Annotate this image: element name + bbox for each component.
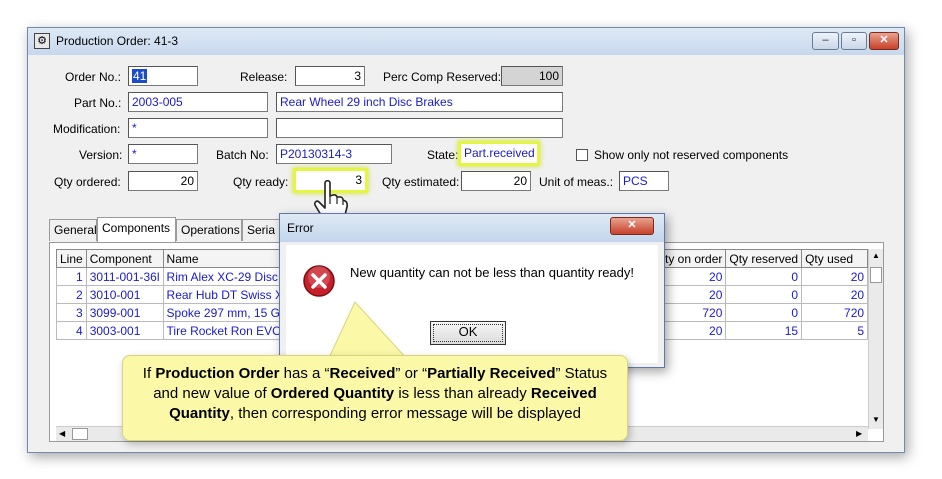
table-row[interactable]: 2 3010-001 Rear Hub DT Swiss XR bbox=[56, 285, 298, 304]
table-row[interactable]: 720 0 720 bbox=[660, 303, 869, 322]
modification-field[interactable]: * bbox=[128, 118, 268, 138]
modification-description-field[interactable] bbox=[276, 118, 563, 138]
table-row[interactable]: 20 0 20 bbox=[660, 267, 869, 286]
qty-used-cell: 20 bbox=[801, 285, 869, 304]
app-gear-icon: ⚙ bbox=[34, 33, 50, 49]
error-dialog-title-bar[interactable]: Error ✕ bbox=[280, 214, 664, 242]
title-bar[interactable]: ⚙ Production Order: 41-3 – ▫ ✕ bbox=[28, 28, 904, 55]
order-no-label: Order No.: bbox=[65, 70, 122, 84]
col-line[interactable]: Line bbox=[56, 249, 87, 268]
line-cell: 4 bbox=[56, 321, 87, 340]
qty-used-cell: 720 bbox=[801, 303, 869, 322]
qty-on-order-cell: 720 bbox=[660, 303, 727, 322]
state-field[interactable]: Part.received bbox=[458, 141, 540, 166]
components-grid-left: Line Component Name 1 3011-001-36l Rim Ale… bbox=[56, 249, 298, 340]
table-row[interactable]: 20 0 20 bbox=[660, 285, 869, 304]
qty-used-cell: 20 bbox=[801, 267, 869, 286]
explanation-callout: If Production Order has a “Received” or … bbox=[122, 355, 628, 441]
batch-no-label: Batch No: bbox=[216, 148, 269, 162]
vertical-scrollbar[interactable]: ▲ ▼ bbox=[868, 249, 883, 429]
col-qty-reserved[interactable]: Qty reserved bbox=[725, 249, 803, 268]
part-no-label: Part No.: bbox=[74, 96, 122, 110]
col-qty-on-order[interactable]: ty on order bbox=[660, 249, 727, 268]
callout-line-2: and new value of Ordered Quantity is les… bbox=[153, 385, 597, 402]
table-row[interactable]: 3 3099-001 Spoke 297 mm, 15 G, bbox=[56, 303, 298, 322]
perc-comp-field: 100 bbox=[501, 66, 563, 86]
error-dialog-title: Error bbox=[287, 221, 314, 235]
qty-used-cell: 5 bbox=[801, 321, 869, 340]
minimize-button[interactable]: – bbox=[812, 32, 839, 50]
qty-on-order-cell: 20 bbox=[660, 267, 727, 286]
window-title: Production Order: 41-3 bbox=[56, 34, 179, 48]
version-label: Version: bbox=[79, 148, 123, 162]
component-cell: 3099-001 bbox=[85, 303, 164, 322]
version-field[interactable]: * bbox=[128, 144, 198, 164]
line-cell: 2 bbox=[56, 285, 87, 304]
scroll-down-icon[interactable]: ▼ bbox=[870, 415, 882, 424]
unit-of-measure-field[interactable]: PCS bbox=[619, 171, 669, 191]
part-description-field[interactable]: Rear Wheel 29 inch Disc Brakes bbox=[276, 92, 563, 112]
vertical-scroll-thumb[interactable] bbox=[870, 267, 882, 283]
col-name[interactable]: Name bbox=[162, 249, 298, 268]
qty-estimated-label: Qty estimated: bbox=[382, 175, 460, 189]
state-label: State: bbox=[427, 148, 459, 162]
tab-general[interactable]: General bbox=[49, 219, 97, 241]
scroll-up-icon[interactable]: ▲ bbox=[870, 251, 882, 260]
error-dialog-close-button[interactable]: ✕ bbox=[610, 217, 654, 235]
qty-ready-label: Qty ready: bbox=[233, 175, 289, 189]
release-label: Release: bbox=[240, 70, 288, 84]
release-field[interactable]: 3 bbox=[295, 66, 365, 86]
table-row[interactable]: 20 15 5 bbox=[660, 321, 869, 340]
show-only-label: Show only not reserved components bbox=[594, 148, 789, 162]
table-row[interactable]: 1 3011-001-36l Rim Alex XC-29 Disc 3 bbox=[56, 267, 298, 286]
ok-button[interactable]: OK bbox=[430, 321, 506, 345]
col-component[interactable]: Component bbox=[85, 249, 164, 268]
error-icon bbox=[303, 265, 335, 297]
component-cell: 3010-001 bbox=[85, 285, 164, 304]
callout-pointer bbox=[327, 301, 410, 361]
components-grid-right: ty on order Qty reserved Qty used 20 0 20 … bbox=[660, 249, 869, 340]
maximize-button[interactable]: ▫ bbox=[841, 32, 867, 50]
callout-line-1: If Production Order has a “Received” or … bbox=[142, 365, 608, 382]
callout-line-3: Quantity, then corresponding error messa… bbox=[169, 405, 581, 422]
qty-ordered-field[interactable]: 20 bbox=[128, 171, 198, 191]
unit-of-measure-label: Unit of meas.: bbox=[539, 175, 614, 189]
order-no-value: 41 bbox=[132, 69, 148, 83]
qty-reserved-cell: 0 bbox=[725, 285, 803, 304]
name-cell: Rear Hub DT Swiss XR bbox=[162, 285, 298, 304]
part-no-field[interactable]: 2003-005 bbox=[128, 92, 268, 112]
component-cell: 3011-001-36l bbox=[85, 267, 164, 286]
tab-serial[interactable]: Seria bbox=[242, 219, 280, 241]
modification-label: Modification: bbox=[53, 122, 121, 136]
tab-operations[interactable]: Operations bbox=[176, 219, 242, 241]
line-cell: 3 bbox=[56, 303, 87, 322]
qty-reserved-cell: 0 bbox=[725, 303, 803, 322]
order-no-field[interactable]: 41 bbox=[128, 66, 198, 86]
name-cell: Spoke 297 mm, 15 G, bbox=[162, 303, 298, 322]
show-only-checkbox[interactable] bbox=[576, 149, 588, 161]
col-qty-used[interactable]: Qty used bbox=[801, 249, 869, 268]
name-cell: Rim Alex XC-29 Disc 3 bbox=[162, 267, 298, 286]
scroll-left-icon[interactable]: ◀ bbox=[59, 429, 65, 438]
qty-reserved-cell: 15 bbox=[725, 321, 803, 340]
qty-on-order-cell: 20 bbox=[660, 285, 727, 304]
name-cell: Tire Rocket Ron EVO bbox=[162, 321, 298, 340]
batch-no-field[interactable]: P20130314-3 bbox=[276, 144, 392, 164]
error-message: New quantity can not be less than quanti… bbox=[350, 265, 635, 280]
qty-on-order-cell: 20 bbox=[660, 321, 727, 340]
qty-estimated-field[interactable]: 20 bbox=[461, 171, 531, 191]
close-button[interactable]: ✕ bbox=[869, 32, 899, 50]
qty-ordered-label: Qty ordered: bbox=[54, 175, 121, 189]
line-cell: 1 bbox=[56, 267, 87, 286]
perc-comp-label: Perc Comp Reserved: bbox=[383, 70, 502, 84]
qty-reserved-cell: 0 bbox=[725, 267, 803, 286]
component-cell: 3003-001 bbox=[85, 321, 164, 340]
table-row[interactable]: 4 3003-001 Tire Rocket Ron EVO bbox=[56, 321, 298, 340]
scroll-right-icon[interactable]: ▶ bbox=[856, 429, 862, 438]
tab-components[interactable]: Components bbox=[97, 217, 176, 242]
horizontal-scroll-thumb[interactable] bbox=[72, 428, 88, 440]
